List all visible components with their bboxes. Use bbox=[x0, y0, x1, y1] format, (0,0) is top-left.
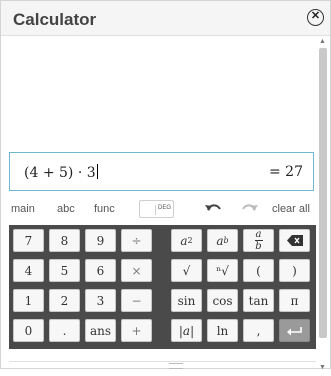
key-ans[interactable]: ans bbox=[85, 319, 116, 342]
history-area bbox=[9, 36, 316, 151]
key-3[interactable]: 3 bbox=[85, 289, 116, 312]
enter-icon[interactable] bbox=[279, 319, 310, 342]
undo-icon[interactable] bbox=[204, 201, 222, 215]
key-power[interactable]: ab bbox=[207, 229, 238, 252]
title-bar: Calculator ✕ bbox=[1, 1, 330, 36]
key-multiply[interactable]: × bbox=[121, 259, 152, 282]
key-7[interactable]: 7 bbox=[13, 229, 44, 252]
expression-input[interactable]: (4 + 5) · 3 = 27 bbox=[9, 152, 314, 191]
key-square[interactable]: a2 bbox=[171, 229, 202, 252]
expression-text: (4 + 5) · 3 bbox=[24, 164, 98, 181]
key-4[interactable]: 4 bbox=[13, 259, 44, 282]
key-8[interactable]: 8 bbox=[49, 229, 80, 252]
backspace-icon[interactable] bbox=[279, 229, 310, 252]
bottom-strip bbox=[9, 349, 316, 362]
key-1[interactable]: 1 bbox=[13, 289, 44, 312]
key-divide[interactable]: ÷ bbox=[121, 229, 152, 252]
key-nth-root[interactable]: ⁿ√ bbox=[207, 259, 238, 282]
angle-mode-toggle[interactable]: DEG bbox=[139, 200, 174, 218]
resize-handle[interactable] bbox=[169, 363, 183, 369]
keypad: 7 8 9 ÷ 4 5 6 × 1 2 3 − 0 . ans + a2 ab … bbox=[9, 225, 316, 349]
scroll-down-icon[interactable]: ▼ bbox=[319, 364, 326, 371]
scrollbar[interactable]: ▲ ▼ bbox=[318, 36, 328, 376]
key-9[interactable]: 9 bbox=[85, 229, 116, 252]
key-minus[interactable]: − bbox=[121, 289, 152, 312]
calculator-window: Calculator ✕ ▲ ▼ (4 + 5) · 3 = 27 main a… bbox=[0, 0, 331, 371]
key-comma[interactable]: , bbox=[243, 319, 274, 342]
keypad-toolbar: main abc func DEG clear all bbox=[9, 199, 316, 221]
clear-all-button[interactable]: clear all bbox=[272, 203, 310, 215]
result-value: = 27 bbox=[269, 164, 303, 180]
window-title: Calculator bbox=[13, 10, 97, 29]
key-ln[interactable]: ln bbox=[207, 319, 238, 342]
tab-abc[interactable]: abc bbox=[57, 203, 75, 215]
key-sqrt[interactable]: √ bbox=[171, 259, 202, 282]
tab-main[interactable]: main bbox=[11, 203, 35, 215]
key-pi[interactable]: π bbox=[279, 289, 310, 312]
key-cos[interactable]: cos bbox=[207, 289, 238, 312]
key-left-paren[interactable]: ( bbox=[243, 259, 274, 282]
redo-icon[interactable] bbox=[241, 201, 259, 215]
key-0[interactable]: 0 bbox=[13, 319, 44, 342]
key-5[interactable]: 5 bbox=[49, 259, 80, 282]
key-plus[interactable]: + bbox=[121, 319, 152, 342]
scroll-thumb[interactable] bbox=[319, 48, 327, 338]
key-2[interactable]: 2 bbox=[49, 289, 80, 312]
key-fraction[interactable]: ab bbox=[243, 229, 274, 252]
text-caret bbox=[96, 164, 98, 179]
angle-mode-label: DEG bbox=[154, 205, 171, 215]
key-abs[interactable]: |a| bbox=[171, 319, 202, 342]
backspace-glyph bbox=[286, 235, 303, 246]
key-sin[interactable]: sin bbox=[171, 289, 202, 312]
fraction-glyph: ab bbox=[254, 229, 263, 252]
enter-glyph bbox=[286, 326, 302, 335]
key-6[interactable]: 6 bbox=[85, 259, 116, 282]
key-right-paren[interactable]: ) bbox=[279, 259, 310, 282]
tab-func[interactable]: func bbox=[94, 203, 115, 215]
key-decimal[interactable]: . bbox=[49, 319, 80, 342]
close-icon[interactable]: ✕ bbox=[307, 9, 324, 26]
key-tan[interactable]: tan bbox=[243, 289, 274, 312]
scroll-up-icon[interactable]: ▲ bbox=[319, 38, 326, 45]
